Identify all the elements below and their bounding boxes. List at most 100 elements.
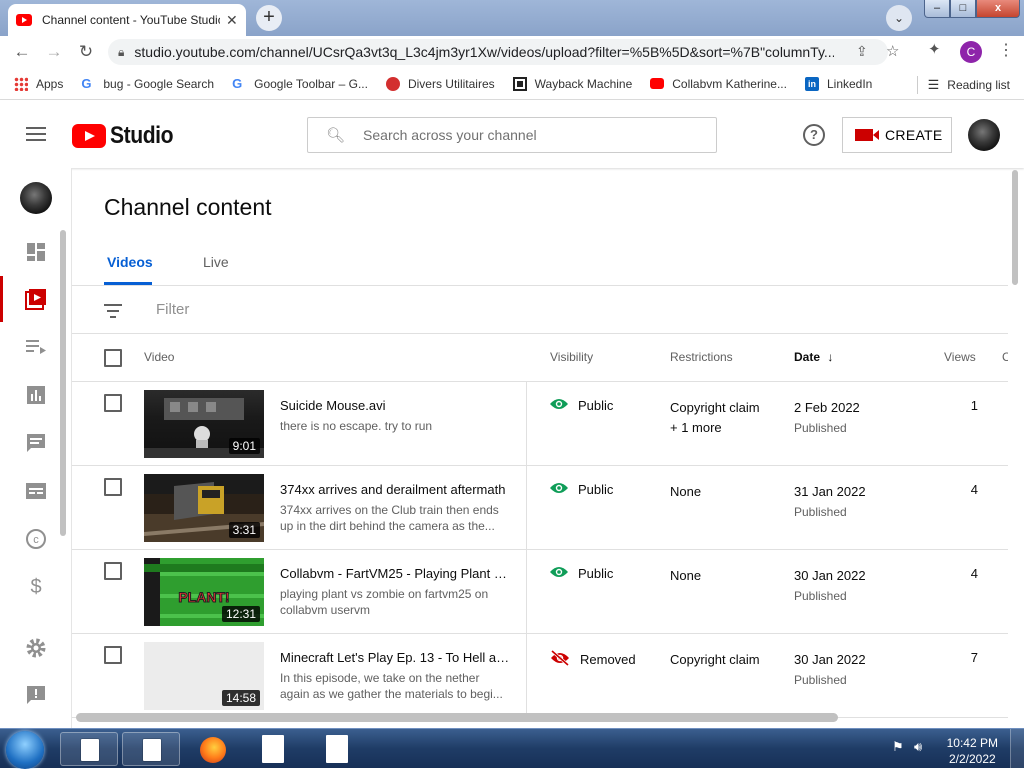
extensions-puzzle-icon[interactable]: ✦ bbox=[928, 40, 941, 58]
profile-avatar[interactable]: C bbox=[960, 41, 982, 63]
back-arrow-icon[interactable]: ← bbox=[10, 40, 34, 64]
thumbnail-caption: PLANT! bbox=[178, 589, 229, 605]
tab-live[interactable]: Live bbox=[203, 254, 229, 270]
playlists-icon[interactable] bbox=[24, 335, 48, 359]
content-icon[interactable] bbox=[24, 287, 48, 311]
show-desktop-button[interactable] bbox=[1010, 729, 1024, 769]
visibility-cell[interactable]: Public bbox=[550, 566, 613, 581]
lock-icon[interactable]: 🔒︎ bbox=[118, 45, 124, 60]
browser-tab[interactable]: Channel content - YouTube Studio ✕ bbox=[8, 4, 246, 36]
sidebar-scrollbar[interactable] bbox=[60, 230, 66, 536]
bookmark-label: Google Toolbar – G... bbox=[254, 76, 368, 91]
restrictions-cell[interactable]: None bbox=[670, 566, 701, 586]
close-tab-icon[interactable]: ✕ bbox=[226, 12, 238, 29]
restrictions-cell[interactable]: Copyright claim + 1 more bbox=[670, 398, 760, 438]
hamburger-menu-icon[interactable] bbox=[26, 127, 46, 145]
video-thumbnail[interactable]: PLANT! 12:31 bbox=[144, 558, 264, 626]
video-camera-icon bbox=[855, 129, 879, 141]
horizontal-scrollbar[interactable] bbox=[76, 713, 838, 722]
minimize-window-button[interactable]: – bbox=[924, 0, 950, 18]
system-clock[interactable]: 10:42 PM 2/2/2022 bbox=[947, 735, 998, 767]
bookmark-wayback-machine[interactable]: Wayback Machine bbox=[512, 76, 632, 91]
vertical-scrollbar[interactable] bbox=[1012, 170, 1018, 285]
table-row[interactable]: 14:58 Minecraft Let's Play Ep. 13 - To H… bbox=[72, 634, 1008, 718]
flag-icon[interactable]: ⚑ bbox=[892, 739, 904, 755]
video-title[interactable]: Minecraft Let's Play Ep. 13 - To Hell an… bbox=[280, 650, 512, 665]
firefox-icon[interactable] bbox=[200, 737, 226, 763]
row-checkbox[interactable] bbox=[104, 646, 122, 664]
channel-search-box[interactable]: 🔍︎ bbox=[307, 117, 717, 153]
bookmark-star-icon[interactable]: ☆ bbox=[886, 42, 899, 60]
google-icon: G bbox=[232, 75, 243, 91]
visibility-cell[interactable]: Public bbox=[550, 398, 613, 413]
new-tab-button[interactable]: + bbox=[256, 5, 282, 31]
copyright-icon[interactable]: c bbox=[24, 527, 48, 551]
video-thumbnail[interactable]: 3:31 bbox=[144, 474, 264, 542]
bookmark-google-toolbar[interactable]: G Google Toolbar – G... bbox=[232, 75, 368, 91]
dashboard-icon[interactable] bbox=[24, 240, 48, 264]
table-row[interactable]: PLANT! 12:31 Collabvm - FartVM25 - Playi… bbox=[72, 550, 1008, 634]
channel-avatar[interactable] bbox=[20, 182, 52, 214]
share-icon[interactable]: ⇪ bbox=[856, 43, 868, 60]
forward-arrow-icon[interactable]: → bbox=[42, 40, 66, 64]
analytics-icon[interactable] bbox=[24, 383, 48, 407]
taskbar-window-button[interactable] bbox=[122, 732, 180, 766]
reading-list-button[interactable]: ☰ Reading list bbox=[916, 76, 1010, 94]
visibility-cell[interactable]: Public bbox=[550, 482, 613, 497]
kebab-menu-icon[interactable]: ⋮ bbox=[998, 40, 1014, 60]
row-checkbox[interactable] bbox=[104, 394, 122, 412]
table-row[interactable]: 9:01 Suicide Mouse.avi there is no escap… bbox=[72, 382, 1008, 466]
restriction-more[interactable]: + 1 more bbox=[670, 418, 760, 438]
volume-icon[interactable]: 🔊︎ bbox=[914, 739, 922, 755]
restrictions-cell[interactable]: Copyright claim bbox=[670, 650, 760, 670]
column-date[interactable]: Date ↓ bbox=[794, 350, 833, 364]
help-icon[interactable]: ? bbox=[803, 124, 825, 146]
table-row[interactable]: 3:31 374xx arrives and derailment afterm… bbox=[72, 466, 1008, 550]
page-title: Channel content bbox=[104, 194, 272, 220]
bookmark-bug-google-search[interactable]: G bug - Google Search bbox=[81, 76, 214, 91]
restrictions-cell[interactable]: None bbox=[670, 482, 701, 502]
comments-icon[interactable] bbox=[24, 431, 48, 455]
row-checkbox[interactable] bbox=[104, 478, 122, 496]
search-input[interactable] bbox=[363, 127, 704, 143]
column-views[interactable]: Views bbox=[944, 350, 976, 364]
filter-bar[interactable]: Filter bbox=[72, 286, 1008, 334]
bookmark-apps[interactable]: Apps bbox=[14, 76, 63, 91]
column-restrictions[interactable]: Restrictions bbox=[670, 350, 733, 364]
row-checkbox[interactable] bbox=[104, 562, 122, 580]
address-bar[interactable]: 🔒︎ studio.youtube.com/channel/UCsrQa3vt3… bbox=[108, 39, 899, 65]
settings-gear-icon[interactable] bbox=[24, 636, 48, 660]
windows-start-button[interactable] bbox=[6, 731, 44, 769]
bookmark-linkedin[interactable]: in LinkedIn bbox=[804, 76, 872, 91]
views-count: 1 bbox=[970, 398, 978, 413]
video-thumbnail[interactable]: 9:01 bbox=[144, 390, 264, 458]
feedback-icon[interactable] bbox=[24, 683, 48, 707]
maximize-window-button[interactable]: □ bbox=[950, 0, 976, 18]
create-button[interactable]: CREATE bbox=[842, 117, 952, 153]
bookmark-divers-utilitaires[interactable]: Divers Utilitaires bbox=[385, 76, 495, 91]
taskbar-window-button[interactable] bbox=[60, 732, 118, 766]
close-window-button[interactable]: x bbox=[976, 0, 1020, 18]
document-icon[interactable] bbox=[262, 735, 284, 763]
reload-icon[interactable]: ↻ bbox=[74, 40, 98, 64]
filter-icon[interactable] bbox=[104, 304, 122, 322]
table-header: Video Visibility Restrictions Date ↓ Vie… bbox=[72, 334, 1008, 382]
subtitles-icon[interactable] bbox=[24, 479, 48, 503]
document-icon[interactable] bbox=[326, 735, 348, 763]
eye-icon bbox=[550, 482, 568, 497]
bookmark-collabvm[interactable]: Collabvm Katherine... bbox=[650, 77, 787, 91]
account-avatar[interactable] bbox=[968, 119, 1000, 151]
video-title[interactable]: 374xx arrives and derailment aftermath bbox=[280, 482, 512, 497]
column-visibility[interactable]: Visibility bbox=[550, 350, 593, 364]
youtube-studio-logo[interactable]: Studio bbox=[72, 122, 182, 150]
tab-videos[interactable]: Videos bbox=[107, 254, 153, 270]
visibility-cell[interactable]: Removed bbox=[550, 649, 636, 669]
video-title[interactable]: Collabvm - FartVM25 - Playing Plant vs Z… bbox=[280, 566, 512, 581]
video-title[interactable]: Suicide Mouse.avi bbox=[280, 398, 512, 413]
column-comments[interactable]: C bbox=[1002, 350, 1008, 364]
monetization-dollar-icon[interactable]: $ bbox=[24, 575, 48, 599]
select-all-checkbox[interactable] bbox=[104, 349, 122, 367]
filter-input[interactable]: Filter bbox=[156, 301, 189, 318]
video-thumbnail[interactable]: 14:58 bbox=[144, 642, 264, 710]
tab-search-button[interactable]: ⌄ bbox=[886, 5, 912, 31]
